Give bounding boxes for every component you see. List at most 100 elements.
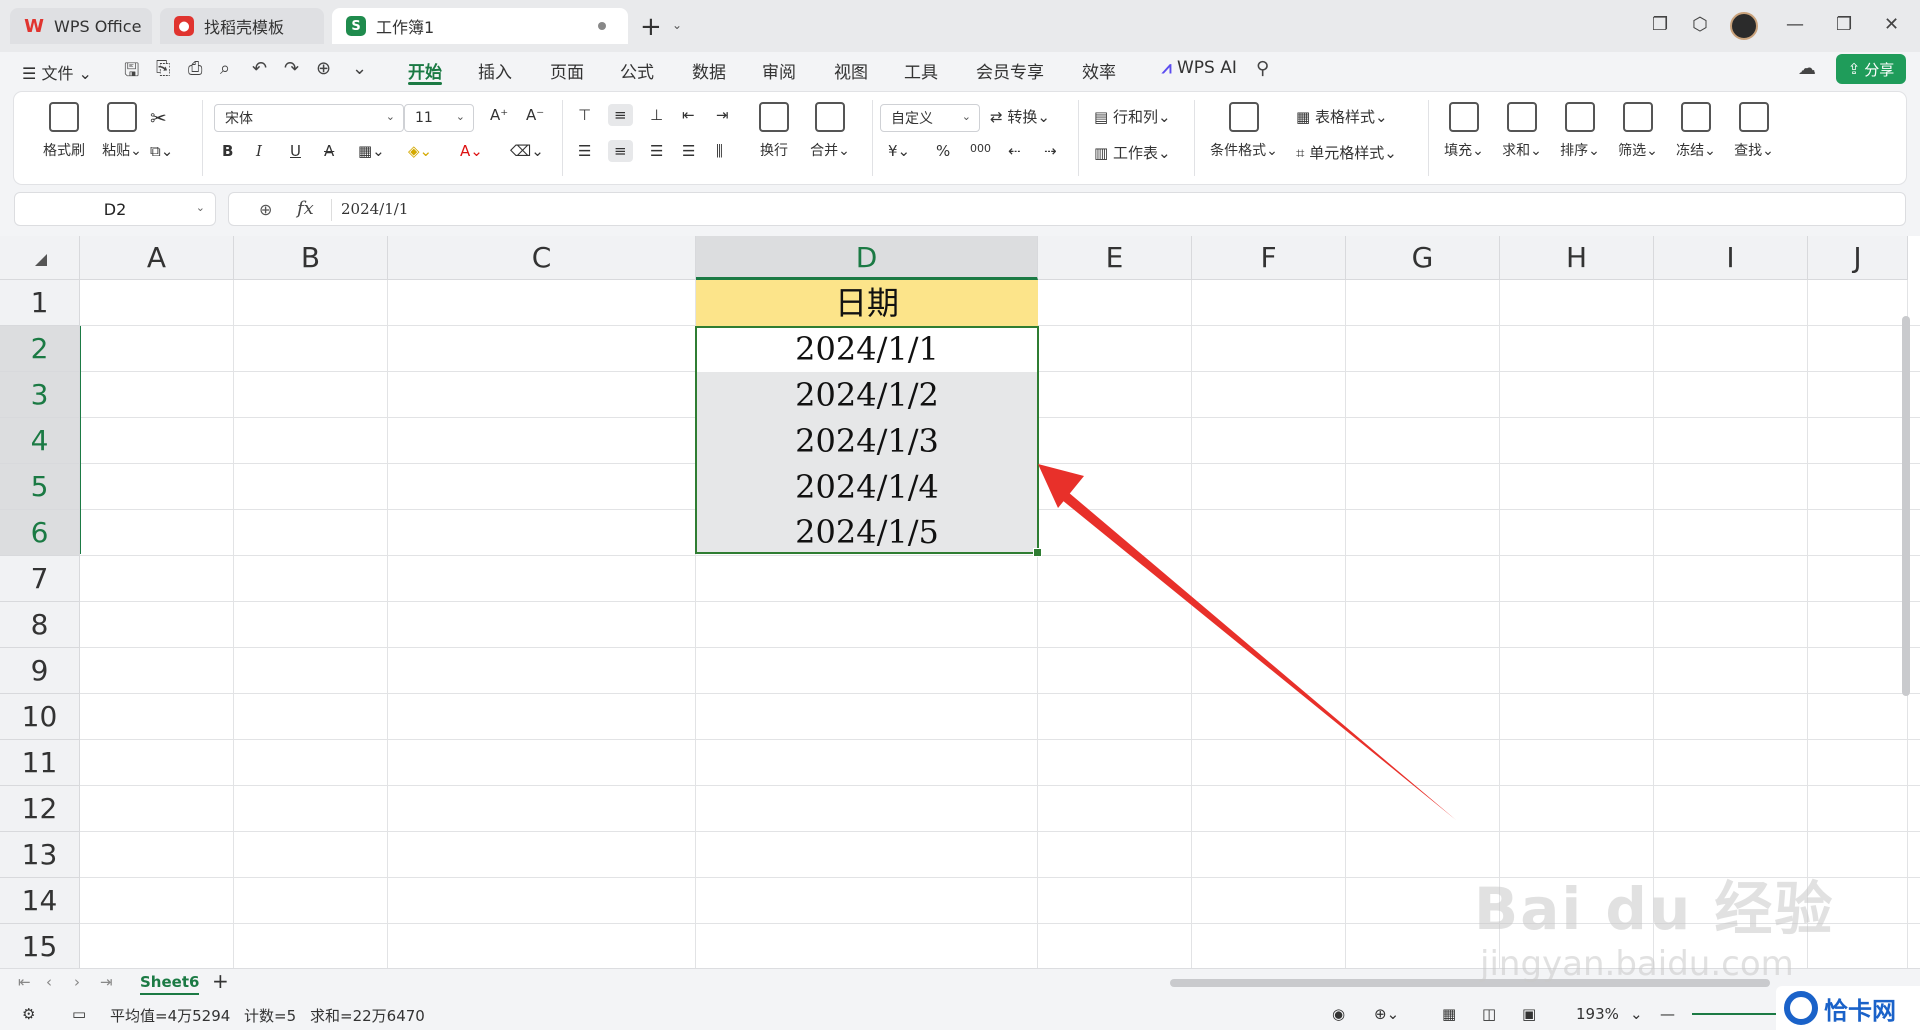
name-box[interactable]: D2 ⌄ <box>14 192 216 226</box>
zoom-formula-icon[interactable]: ⊕ <box>259 200 272 219</box>
indent-icon[interactable]: ⇥ <box>716 106 729 124</box>
row-header-8[interactable]: 8 <box>0 602 80 648</box>
spreadsheet-grid[interactable]: 日期 2024/1/1 2024/1/2 2024/1/3 2024/1/4 2… <box>0 236 1920 968</box>
freeze-button[interactable]: 冻结⌄ <box>1666 102 1726 160</box>
row-header-10[interactable]: 10 <box>0 694 80 740</box>
underline-button[interactable]: U <box>290 142 301 160</box>
find-button[interactable]: 查找⌄ <box>1724 102 1784 160</box>
prev-sheet-icon[interactable]: ‹ <box>46 973 52 991</box>
locate-icon[interactable]: ⊕⌄ <box>1374 1005 1399 1023</box>
cloud-upload-icon[interactable]: ☁ <box>1798 58 1816 79</box>
column-header-I[interactable]: I <box>1654 236 1808 280</box>
increase-decimal-icon[interactable]: ⇠ <box>1008 142 1021 160</box>
row-header-7[interactable]: 7 <box>0 556 80 602</box>
column-header-B[interactable]: B <box>234 236 388 280</box>
macro-icon[interactable]: ⚙ <box>22 1005 35 1023</box>
align-right-icon[interactable]: ☰ <box>650 142 663 160</box>
tab-workbook[interactable]: S 工作簿1 <box>332 8 628 44</box>
row-header-1[interactable]: 1 <box>0 280 80 326</box>
align-center-icon[interactable]: ≡ <box>608 140 633 162</box>
border-icon[interactable]: ▦⌄ <box>358 142 385 160</box>
print-preview-icon[interactable]: ⌕ <box>220 58 230 79</box>
row-col-button[interactable]: ▤ 行和列⌄ <box>1094 106 1171 127</box>
row-header-4[interactable]: 4 <box>0 418 80 464</box>
zoom-dropdown-icon[interactable]: ⌄ <box>1630 1005 1643 1023</box>
tab-templates[interactable]: ● 找稻壳模板 <box>160 8 324 44</box>
column-header-G[interactable]: G <box>1346 236 1500 280</box>
print-icon[interactable]: ⎙ <box>188 58 202 79</box>
select-all-corner[interactable] <box>0 236 80 280</box>
clear-format-icon[interactable]: ⌫⌄ <box>510 142 544 160</box>
row-header-3[interactable]: 3 <box>0 372 80 418</box>
add-sheet-button[interactable]: + <box>212 969 229 993</box>
copy-icon[interactable]: ⧉⌄ <box>150 142 173 160</box>
close-icon[interactable]: ✕ <box>1884 14 1899 35</box>
redo-icon[interactable]: ↷ <box>284 58 299 79</box>
fill-button[interactable]: 填充⌄ <box>1434 102 1494 160</box>
row-header-11[interactable]: 11 <box>0 740 80 786</box>
first-sheet-icon[interactable]: ⇤ <box>18 973 31 991</box>
column-header-J[interactable]: J <box>1808 236 1908 280</box>
row-header-14[interactable]: 14 <box>0 878 80 924</box>
worksheet-button[interactable]: ▥ 工作表⌄ <box>1094 142 1171 163</box>
filter-button[interactable]: 筛选⌄ <box>1608 102 1668 160</box>
column-header-D[interactable]: D <box>696 236 1038 280</box>
zoom-out-icon[interactable]: — <box>1660 1005 1675 1023</box>
share-button[interactable]: ⇪ 分享 <box>1836 54 1906 84</box>
sheet-info-icon[interactable]: ▭ <box>72 1005 86 1023</box>
new-tab-button[interactable]: + <box>640 12 662 42</box>
strikethrough-button[interactable]: A <box>324 142 334 160</box>
distribute-icon[interactable]: ⫼ <box>716 142 723 160</box>
fill-color-icon[interactable]: ◈⌄ <box>408 142 432 160</box>
row-header-15[interactable]: 15 <box>0 924 80 968</box>
row-header-5[interactable]: 5 <box>0 464 80 510</box>
search-icon[interactable]: ⚲ <box>1256 58 1269 79</box>
align-top-icon[interactable]: ⊤ <box>578 106 591 124</box>
menu-formula[interactable]: 公式 <box>620 58 654 83</box>
format-painter-button[interactable]: 格式刷 <box>34 102 94 160</box>
thousands-button[interactable]: 000 <box>970 142 991 155</box>
next-sheet-icon[interactable]: › <box>74 973 80 991</box>
avatar[interactable] <box>1730 12 1758 40</box>
file-menu[interactable]: ☰ 文件 ⌄ <box>22 60 92 84</box>
currency-button[interactable]: ¥⌄ <box>888 142 910 160</box>
outdent-icon[interactable]: ⇤ <box>682 106 695 124</box>
cell-style-button[interactable]: ⌗ 单元格样式⌄ <box>1296 142 1397 163</box>
formula-value[interactable]: 2024/1/1 <box>341 200 408 218</box>
sort-button[interactable]: 排序⌄ <box>1550 102 1610 160</box>
tab-wps-office[interactable]: W WPS Office <box>10 8 152 44</box>
align-middle-icon[interactable]: ≡ <box>608 104 633 126</box>
row-header-6[interactable]: 6 <box>0 510 80 556</box>
export-icon[interactable]: ⎘ <box>156 58 170 79</box>
menu-data[interactable]: 数据 <box>692 58 726 83</box>
column-header-C[interactable]: C <box>388 236 696 280</box>
bold-button[interactable]: B <box>222 142 233 160</box>
quick-access-more-icon[interactable]: ⌄ <box>352 58 367 79</box>
convert-button[interactable]: ⇄ 转换⌄ <box>990 106 1050 127</box>
paste-button[interactable]: 粘贴⌄ <box>92 102 152 160</box>
column-header-F[interactable]: F <box>1192 236 1346 280</box>
decrease-decimal-icon[interactable]: ⇢ <box>1044 142 1057 160</box>
align-left-icon[interactable]: ☰ <box>578 142 591 160</box>
justify-icon[interactable]: ☰ <box>682 142 695 160</box>
menu-member[interactable]: 会员专享 <box>976 58 1044 83</box>
menu-insert[interactable]: 插入 <box>478 58 512 83</box>
number-format-select[interactable]: 自定义 ⌄ <box>880 104 980 132</box>
font-name-select[interactable]: 宋体 ⌄ <box>214 104 404 132</box>
font-shrink-icon[interactable]: A⁻ <box>526 106 544 124</box>
sum-button[interactable]: 求和⌄ <box>1492 102 1552 160</box>
cut-icon[interactable]: ✂ <box>150 106 167 130</box>
new-doc-icon[interactable]: ⊕ <box>316 58 331 79</box>
page-break-icon[interactable]: ▣ <box>1522 1005 1536 1023</box>
chevron-down-icon[interactable]: ⌄ <box>672 18 682 32</box>
last-sheet-icon[interactable]: ⇥ <box>100 973 113 991</box>
font-color-icon[interactable]: A⌄ <box>460 142 483 160</box>
menu-view[interactable]: 视图 <box>834 58 868 83</box>
formula-bar[interactable]: ⊕ fx 2024/1/1 <box>228 192 1906 226</box>
restore-icon[interactable]: ❐ <box>1836 14 1852 35</box>
normal-view-icon[interactable]: ▦ <box>1442 1005 1456 1023</box>
wrap-text-button[interactable]: 换行 <box>744 102 804 160</box>
cube-icon[interactable]: ⬡ <box>1692 14 1708 35</box>
italic-button[interactable]: I <box>256 142 262 160</box>
save-icon[interactable]: 🖫 <box>124 58 139 88</box>
